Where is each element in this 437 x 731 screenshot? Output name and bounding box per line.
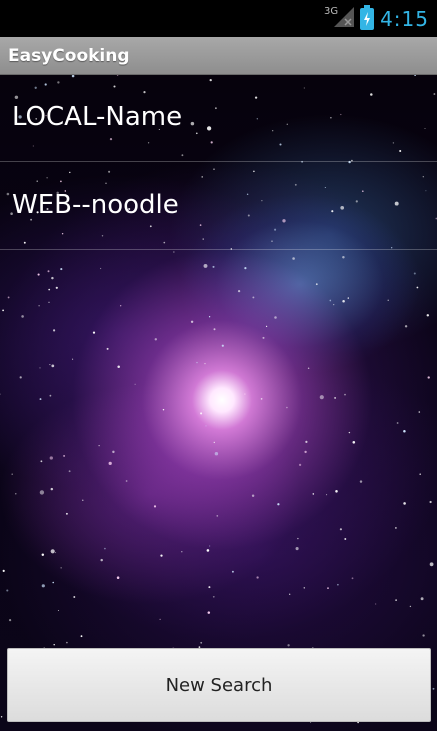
- action-bar: EasyCooking: [0, 37, 437, 75]
- list-item-web[interactable]: WEB--noodle: [0, 162, 437, 250]
- recipe-list: LOCAL-Name WEB--noodle: [0, 74, 437, 250]
- new-search-button[interactable]: New Search: [7, 648, 431, 722]
- app-screen: 3G 4:15 EasyCooking LOCAL-Name WEB--nood…: [0, 0, 437, 731]
- status-clock: 4:15: [380, 6, 429, 31]
- network-type-label: 3G: [323, 6, 339, 17]
- list-item-local[interactable]: LOCAL-Name: [0, 74, 437, 162]
- app-title: EasyCooking: [8, 45, 130, 66]
- status-icons: 3G 4:15: [324, 0, 429, 37]
- new-search-button-label: New Search: [165, 674, 273, 696]
- list-item-label: LOCAL-Name: [12, 101, 183, 132]
- list-item-label: WEB--noodle: [12, 189, 179, 220]
- battery-charging-icon: [360, 4, 375, 30]
- status-bar: 3G 4:15: [0, 0, 437, 37]
